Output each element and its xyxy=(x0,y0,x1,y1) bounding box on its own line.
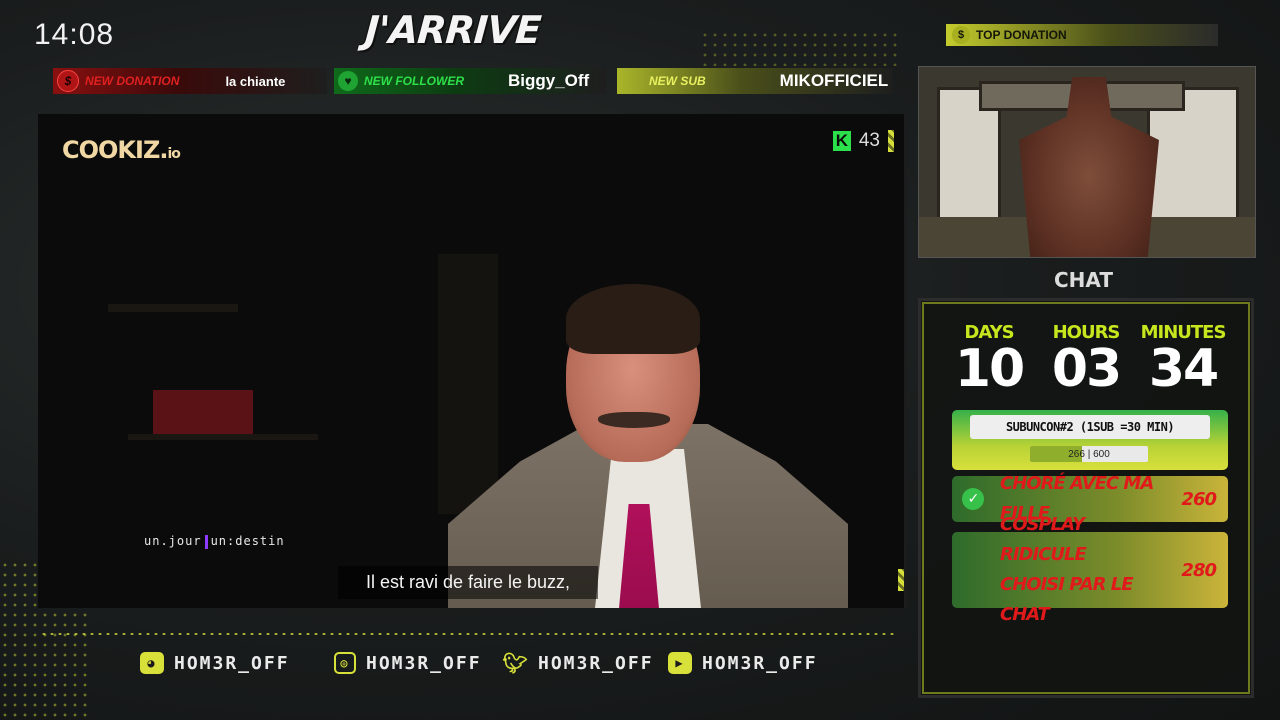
dollar-icon: $ xyxy=(57,70,79,92)
progress-goal: 600 xyxy=(1093,448,1110,460)
subathon-title: SUBUNCON#2 (1SUB =30 MIN) xyxy=(970,415,1210,439)
alert-value: la chiante xyxy=(225,73,286,89)
interviewee xyxy=(448,284,848,608)
goal-amount: 280 xyxy=(1181,559,1217,581)
alert-new-follower: ♥ NEW FOLLOWER Biggy_Off xyxy=(334,68,606,94)
alert-tag: NEW SUB xyxy=(649,74,706,88)
top-donation-bar: $ TOP DONATION xyxy=(946,24,1218,46)
goal-item: COSPLAY RIDICULE CHOISI PAR LE CHAT 280 xyxy=(952,514,1228,625)
background-shelf xyxy=(128,434,318,440)
goal-amount: 260 xyxy=(1181,488,1217,510)
subathon-progress-bar: 266 | 600 xyxy=(1030,446,1148,462)
video-subtitle: Il est ravi de faire le buzz, xyxy=(338,566,598,599)
subathon-goal-card: SUBUNCON#2 (1SUB =30 MIN) 266 | 600 xyxy=(952,410,1228,470)
days-value: 10 xyxy=(954,339,1025,399)
twitter-icon: 🐦︎ xyxy=(502,651,530,675)
goal-text: COSPLAY RIDICULE CHOISI PAR LE CHAT xyxy=(1000,514,1134,625)
stripe-decoration xyxy=(898,569,904,591)
social-instagram[interactable]: ◎ HOM3R_OFF xyxy=(334,652,482,674)
background-shelf xyxy=(108,304,238,312)
chat-label: CHAT xyxy=(1054,268,1113,292)
checkmark-icon: ✓ xyxy=(962,488,984,510)
social-handle: HOM3R_OFF xyxy=(702,652,818,674)
alert-value: MIKOFFICIEL xyxy=(779,71,889,90)
social-discord[interactable]: ◕ HOM3R_OFF xyxy=(140,652,290,674)
social-handle: HOM3R_OFF xyxy=(174,652,290,674)
alert-new-donation: $ NEW DONATION la chiante xyxy=(53,68,327,94)
stripe-decoration xyxy=(888,130,894,152)
social-twitter[interactable]: 🐦︎ HOM3R_OFF xyxy=(502,651,654,675)
top-donation-label: TOP DONATION xyxy=(976,28,1067,42)
alert-tag: NEW FOLLOWER xyxy=(364,74,464,88)
dotted-divider xyxy=(40,632,898,636)
halftone-decoration xyxy=(700,30,900,66)
social-youtube[interactable]: ▶ HOM3R_OFF xyxy=(668,652,818,674)
dollar-icon: $ xyxy=(952,26,970,44)
youtube-icon: ▶ xyxy=(668,652,692,674)
social-handle: HOM3R_OFF xyxy=(366,652,482,674)
webcam-feed xyxy=(918,66,1256,258)
subathon-timer: DAYS 10 HOURS 03 MINUTES 34 xyxy=(946,322,1227,399)
clock: 14:08 xyxy=(34,18,115,51)
alert-value: Biggy_Off xyxy=(507,71,590,90)
kick-icon: K xyxy=(832,131,851,151)
social-handle: HOM3R_OFF xyxy=(538,652,654,674)
show-watermark: un.jour un:destin xyxy=(144,534,285,549)
instagram-icon: ◎ xyxy=(334,652,356,674)
alert-new-sub: NEW SUB MIKOFFICIEL xyxy=(617,68,893,94)
background-box xyxy=(153,390,253,434)
main-video-player[interactable]: COOKIZ.io K 43 un.jour un:destin Il est r… xyxy=(38,114,907,608)
viewer-counter: K 43 xyxy=(832,130,894,152)
alert-tag: NEW DONATION xyxy=(85,74,180,88)
progress-current: 266 xyxy=(1068,448,1085,460)
cookiz-logo: COOKIZ.io xyxy=(62,136,181,164)
discord-icon: ◕ xyxy=(140,652,164,674)
brand-logo: J'ARRIVE xyxy=(363,8,542,52)
viewer-count: 43 xyxy=(858,130,880,151)
minutes-value: 34 xyxy=(1148,339,1219,399)
hours-value: 03 xyxy=(1051,339,1122,399)
heart-icon: ♥ xyxy=(338,71,358,91)
